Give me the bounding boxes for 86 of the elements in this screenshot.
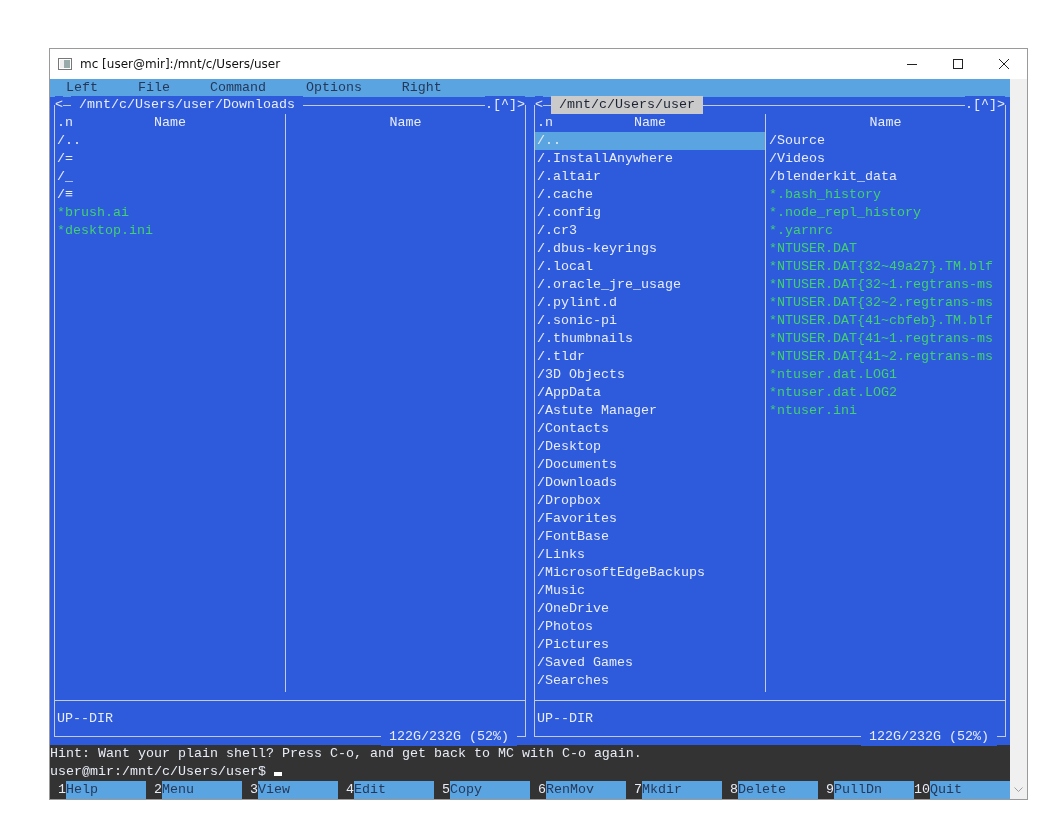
file-entry[interactable]: /Videos: [766, 150, 1005, 168]
status-text: UP--DIR: [57, 711, 113, 726]
file-entry[interactable]: /Desktop: [535, 438, 765, 456]
file-entry[interactable]: *.bash_history: [766, 186, 1005, 204]
file-entry[interactable]: /.sonic-pi: [535, 312, 765, 330]
close-icon: [999, 59, 1009, 69]
file-entry[interactable]: *NTUSER.DAT{32~1.regtrans-ms: [766, 276, 1005, 294]
file-entry[interactable]: *NTUSER.DAT: [766, 240, 1005, 258]
panel-path: /mnt/c/Users/user: [551, 96, 703, 114]
function-key[interactable]: 3View: [242, 781, 338, 799]
column-header: Name: [868, 114, 903, 132]
file-entry[interactable]: /=: [55, 150, 285, 168]
file-entry[interactable]: /Searches: [535, 672, 765, 690]
function-key[interactable]: 7Mkdir: [626, 781, 722, 799]
function-key[interactable]: 5Copy: [434, 781, 530, 799]
menu-item[interactable]: Command: [193, 79, 290, 97]
file-entry[interactable]: *NTUSER.DAT{32~49a27}.TM.blf: [766, 258, 1005, 276]
file-entry[interactable]: /.oracle_jre_usage: [535, 276, 765, 294]
menu-item[interactable]: Right: [385, 79, 466, 97]
file-entry[interactable]: /..: [55, 132, 285, 150]
file-entry[interactable]: *.node_repl_history: [766, 204, 1005, 222]
file-entry[interactable]: /Music: [535, 582, 765, 600]
maximize-icon: [953, 59, 963, 69]
menu-item[interactable]: Options: [289, 79, 386, 97]
file-entry[interactable]: /blenderkit_data: [766, 168, 1005, 186]
file-entry[interactable]: /.pylint.d: [535, 294, 765, 312]
file-entry[interactable]: /AppData: [535, 384, 765, 402]
sort-indicator[interactable]: .n: [537, 114, 553, 132]
file-entry[interactable]: *NTUSER.DAT{41~2.regtrans-ms: [766, 348, 1005, 366]
file-entry[interactable]: /Astute Manager: [535, 402, 765, 420]
menu-item[interactable]: Left: [50, 79, 122, 97]
hint-text: Hint: Want your plain shell? Press C-o, and get back to MC with C-o again.: [50, 746, 642, 761]
function-key[interactable]: 10Quit: [914, 781, 1010, 799]
file-entry[interactable]: /Source: [766, 132, 1005, 150]
file-entry[interactable]: /Downloads: [535, 474, 765, 492]
file-entry[interactable]: /Pictures: [535, 636, 765, 654]
column-header: Name: [633, 114, 667, 132]
file-entry[interactable]: /.tldr: [535, 348, 765, 366]
function-key[interactable]: 6RenMov: [530, 781, 626, 799]
column-header: Name: [388, 114, 423, 132]
file-entry[interactable]: /.thumbnails: [535, 330, 765, 348]
cursor-icon: [273, 772, 282, 776]
function-key[interactable]: 2Menu: [146, 781, 242, 799]
file-entry[interactable]: *ntuser.dat.LOG2: [766, 384, 1005, 402]
file-entry[interactable]: /Favorites: [535, 510, 765, 528]
window-title: mc [user@mir]:/mnt/c/Users/user: [80, 56, 281, 73]
file-entry[interactable]: /Contacts: [535, 420, 765, 438]
free-space-text: 122G/232G (52%): [861, 728, 997, 746]
file-entry[interactable]: /MicrosoftEdgeBackups: [535, 564, 765, 582]
file-entry[interactable]: /≡: [55, 186, 285, 204]
file-entry[interactable]: /.cache: [535, 186, 765, 204]
file-entry[interactable]: /OneDrive: [535, 600, 765, 618]
file-entry[interactable]: *ntuser.ini: [766, 402, 1005, 420]
file-entry[interactable]: *NTUSER.DAT{41~1.regtrans-ms: [766, 330, 1005, 348]
file-entry[interactable]: /Dropbox: [535, 492, 765, 510]
function-key[interactable]: 8Delete: [722, 781, 818, 799]
file-entry[interactable]: *ntuser.dat.LOG1: [766, 366, 1005, 384]
sort-indicator[interactable]: .n: [57, 114, 73, 132]
panel-buttons[interactable]: .[^]>: [485, 96, 525, 114]
file-entry[interactable]: *NTUSER.DAT{32~2.regtrans-ms: [766, 294, 1005, 312]
status-text: UP--DIR: [537, 711, 593, 726]
file-entry[interactable]: /FontBase: [535, 528, 765, 546]
file-entry[interactable]: /_: [55, 168, 285, 186]
shell-prompt: user@mir:/mnt/c/Users/user$: [50, 764, 266, 779]
file-entry[interactable]: /.local: [535, 258, 765, 276]
file-entry[interactable]: *desktop.ini: [55, 222, 285, 240]
file-entry[interactable]: *NTUSER.DAT{41~cbfeb}.TM.blf: [766, 312, 1005, 330]
file-entry[interactable]: /.config: [535, 204, 765, 222]
file-entry[interactable]: *.yarnrc: [766, 222, 1005, 240]
function-key[interactable]: 9PullDn: [818, 781, 914, 799]
file-entry[interactable]: /.altair: [535, 168, 765, 186]
file-entry[interactable]: *brush.ai: [55, 204, 285, 222]
file-entry[interactable]: /.InstallAnywhere: [535, 150, 765, 168]
file-entry[interactable]: /Saved Games: [535, 654, 765, 672]
scroll-down-icon[interactable]: [1014, 787, 1023, 793]
file-entry[interactable]: /.cr3: [535, 222, 765, 240]
file-entry[interactable]: /.dbus-keyrings: [535, 240, 765, 258]
file-entry[interactable]: /3D Objects: [535, 366, 765, 384]
free-space-text: 122G/232G (52%): [381, 728, 517, 746]
file-entry[interactable]: /Photos: [535, 618, 765, 636]
menu-item[interactable]: File: [121, 79, 194, 97]
file-entry[interactable]: /Links: [535, 546, 765, 564]
column-header: Name: [153, 114, 187, 132]
panel-buttons[interactable]: .[^]>: [965, 96, 1005, 114]
terminal-icon: [58, 58, 72, 70]
file-entry[interactable]: /Documents: [535, 456, 765, 474]
